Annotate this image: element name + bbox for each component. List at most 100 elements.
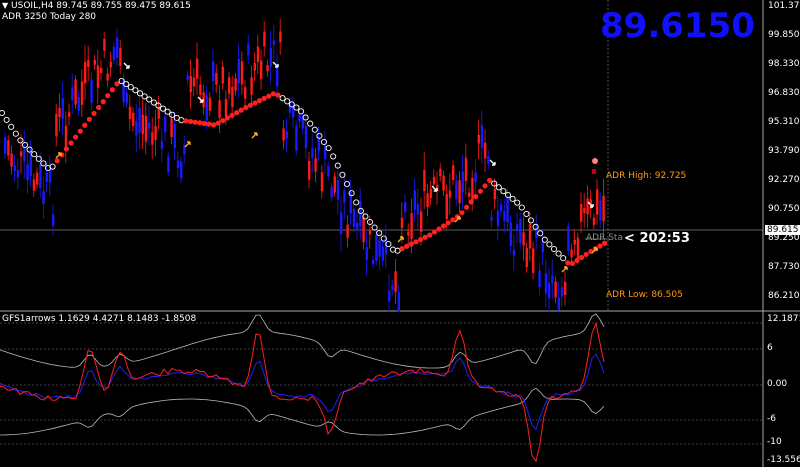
candle-body: [381, 246, 384, 261]
candle-body: [314, 158, 317, 172]
candle-body: [26, 164, 29, 181]
candle-body: [266, 65, 269, 72]
indicator-axis-label: -6: [767, 414, 776, 424]
candle-body: [429, 188, 432, 198]
candle-body: [330, 186, 333, 198]
trend-dot: [404, 243, 410, 249]
trend-dot: [261, 95, 267, 101]
dropdown-triangle-icon[interactable]: ▼: [2, 1, 8, 10]
trend-dot: [583, 251, 589, 258]
trend-dot: [201, 120, 207, 127]
candle-body: [10, 153, 13, 167]
candle-body: [304, 126, 308, 149]
candle-body: [298, 114, 301, 122]
countdown-arrow-icon: <: [624, 231, 635, 246]
trend-dot: [206, 121, 212, 127]
indicator-axis-label: 6: [767, 343, 773, 353]
candle-body: [135, 120, 138, 136]
candle-body: [522, 232, 525, 246]
trend-dot: [77, 128, 83, 134]
candle-body: [509, 222, 512, 246]
candle-body: [468, 192, 471, 197]
candle-body: [346, 224, 349, 238]
trend-dot: [91, 110, 97, 117]
candle-body: [480, 125, 484, 149]
candle-body: [573, 239, 576, 245]
trend-dot: [270, 91, 276, 97]
candle-body: [13, 165, 16, 172]
candle-body: [68, 112, 71, 117]
candle-body: [279, 31, 282, 43]
candle-body: [413, 190, 416, 210]
candle-body: [253, 63, 256, 71]
candle-body: [176, 160, 180, 169]
trend-dot: [266, 93, 272, 99]
adr-low-label: ADR Low: 86.505: [606, 290, 683, 300]
indicator-label: GFS1arrows 1.1629 4.4271 8.1483 -1.8508: [2, 314, 197, 324]
candle-body: [391, 285, 394, 290]
candle-body: [493, 188, 496, 200]
trend-dot: [477, 188, 483, 194]
candle-body: [458, 180, 461, 204]
candle-body: [586, 198, 589, 215]
candle-body: [269, 47, 272, 67]
candle-body: [224, 98, 228, 117]
candle-body: [103, 38, 106, 51]
candle-body: [519, 218, 522, 243]
candle-body: [218, 100, 221, 118]
price-chart[interactable]: [0, 0, 800, 312]
trend-dot: [445, 220, 451, 226]
candle-body: [96, 65, 100, 88]
price-axis-label: 90.750: [768, 204, 800, 214]
candle-body: [64, 125, 68, 149]
trend-dot: [418, 236, 424, 243]
candle-body: [426, 193, 429, 208]
candle-body: [234, 78, 237, 91]
price-axis-label: 101.370: [768, 1, 800, 11]
candle-body: [77, 96, 80, 111]
candle-body: [87, 59, 90, 68]
candle-body: [477, 134, 480, 144]
trend-dot: [436, 226, 442, 232]
trend-dot: [86, 116, 92, 122]
candle-body: [212, 61, 215, 82]
candle-body: [432, 176, 436, 185]
candle-body: [55, 114, 58, 137]
candle-body: [167, 156, 170, 173]
indicator-chart[interactable]: [0, 312, 800, 467]
trend-dot: [597, 243, 603, 249]
candle-body: [356, 223, 359, 230]
trend-dot: [399, 245, 405, 252]
candle-body: [263, 31, 266, 47]
candle-body: [599, 200, 602, 221]
candle-body: [372, 260, 375, 265]
price-axis-label: 98.330: [768, 59, 800, 69]
trend-dot: [569, 260, 576, 267]
candle-body: [170, 118, 173, 138]
candle-body: [474, 172, 477, 183]
candle-body: [583, 207, 586, 213]
candle-body: [327, 166, 330, 177]
trend-dot: [413, 239, 419, 245]
trend-dot: [183, 118, 189, 124]
candle-body: [407, 231, 410, 236]
candle-body: [602, 195, 605, 222]
current-price-tag: 89.615: [765, 225, 800, 235]
candle-body: [231, 86, 234, 108]
candle-body: [84, 61, 87, 84]
trend-dot: [220, 117, 226, 124]
candle-body: [410, 213, 413, 239]
candle-body: [397, 292, 400, 312]
candle-body: [189, 76, 192, 93]
candle-body: [404, 202, 407, 212]
trend-dot: [238, 107, 244, 113]
trend-dot: [459, 210, 465, 216]
candle-body: [90, 79, 93, 103]
candle-body: [221, 66, 224, 84]
trend-dot: [54, 158, 60, 164]
candle-body: [554, 281, 557, 298]
trend-dot: [275, 92, 281, 98]
candle-body: [333, 176, 336, 193]
symbol-header: ▼ USOIL,H4 89.745 89.755 89.475 89.615: [2, 1, 191, 11]
candle-body: [282, 128, 285, 141]
